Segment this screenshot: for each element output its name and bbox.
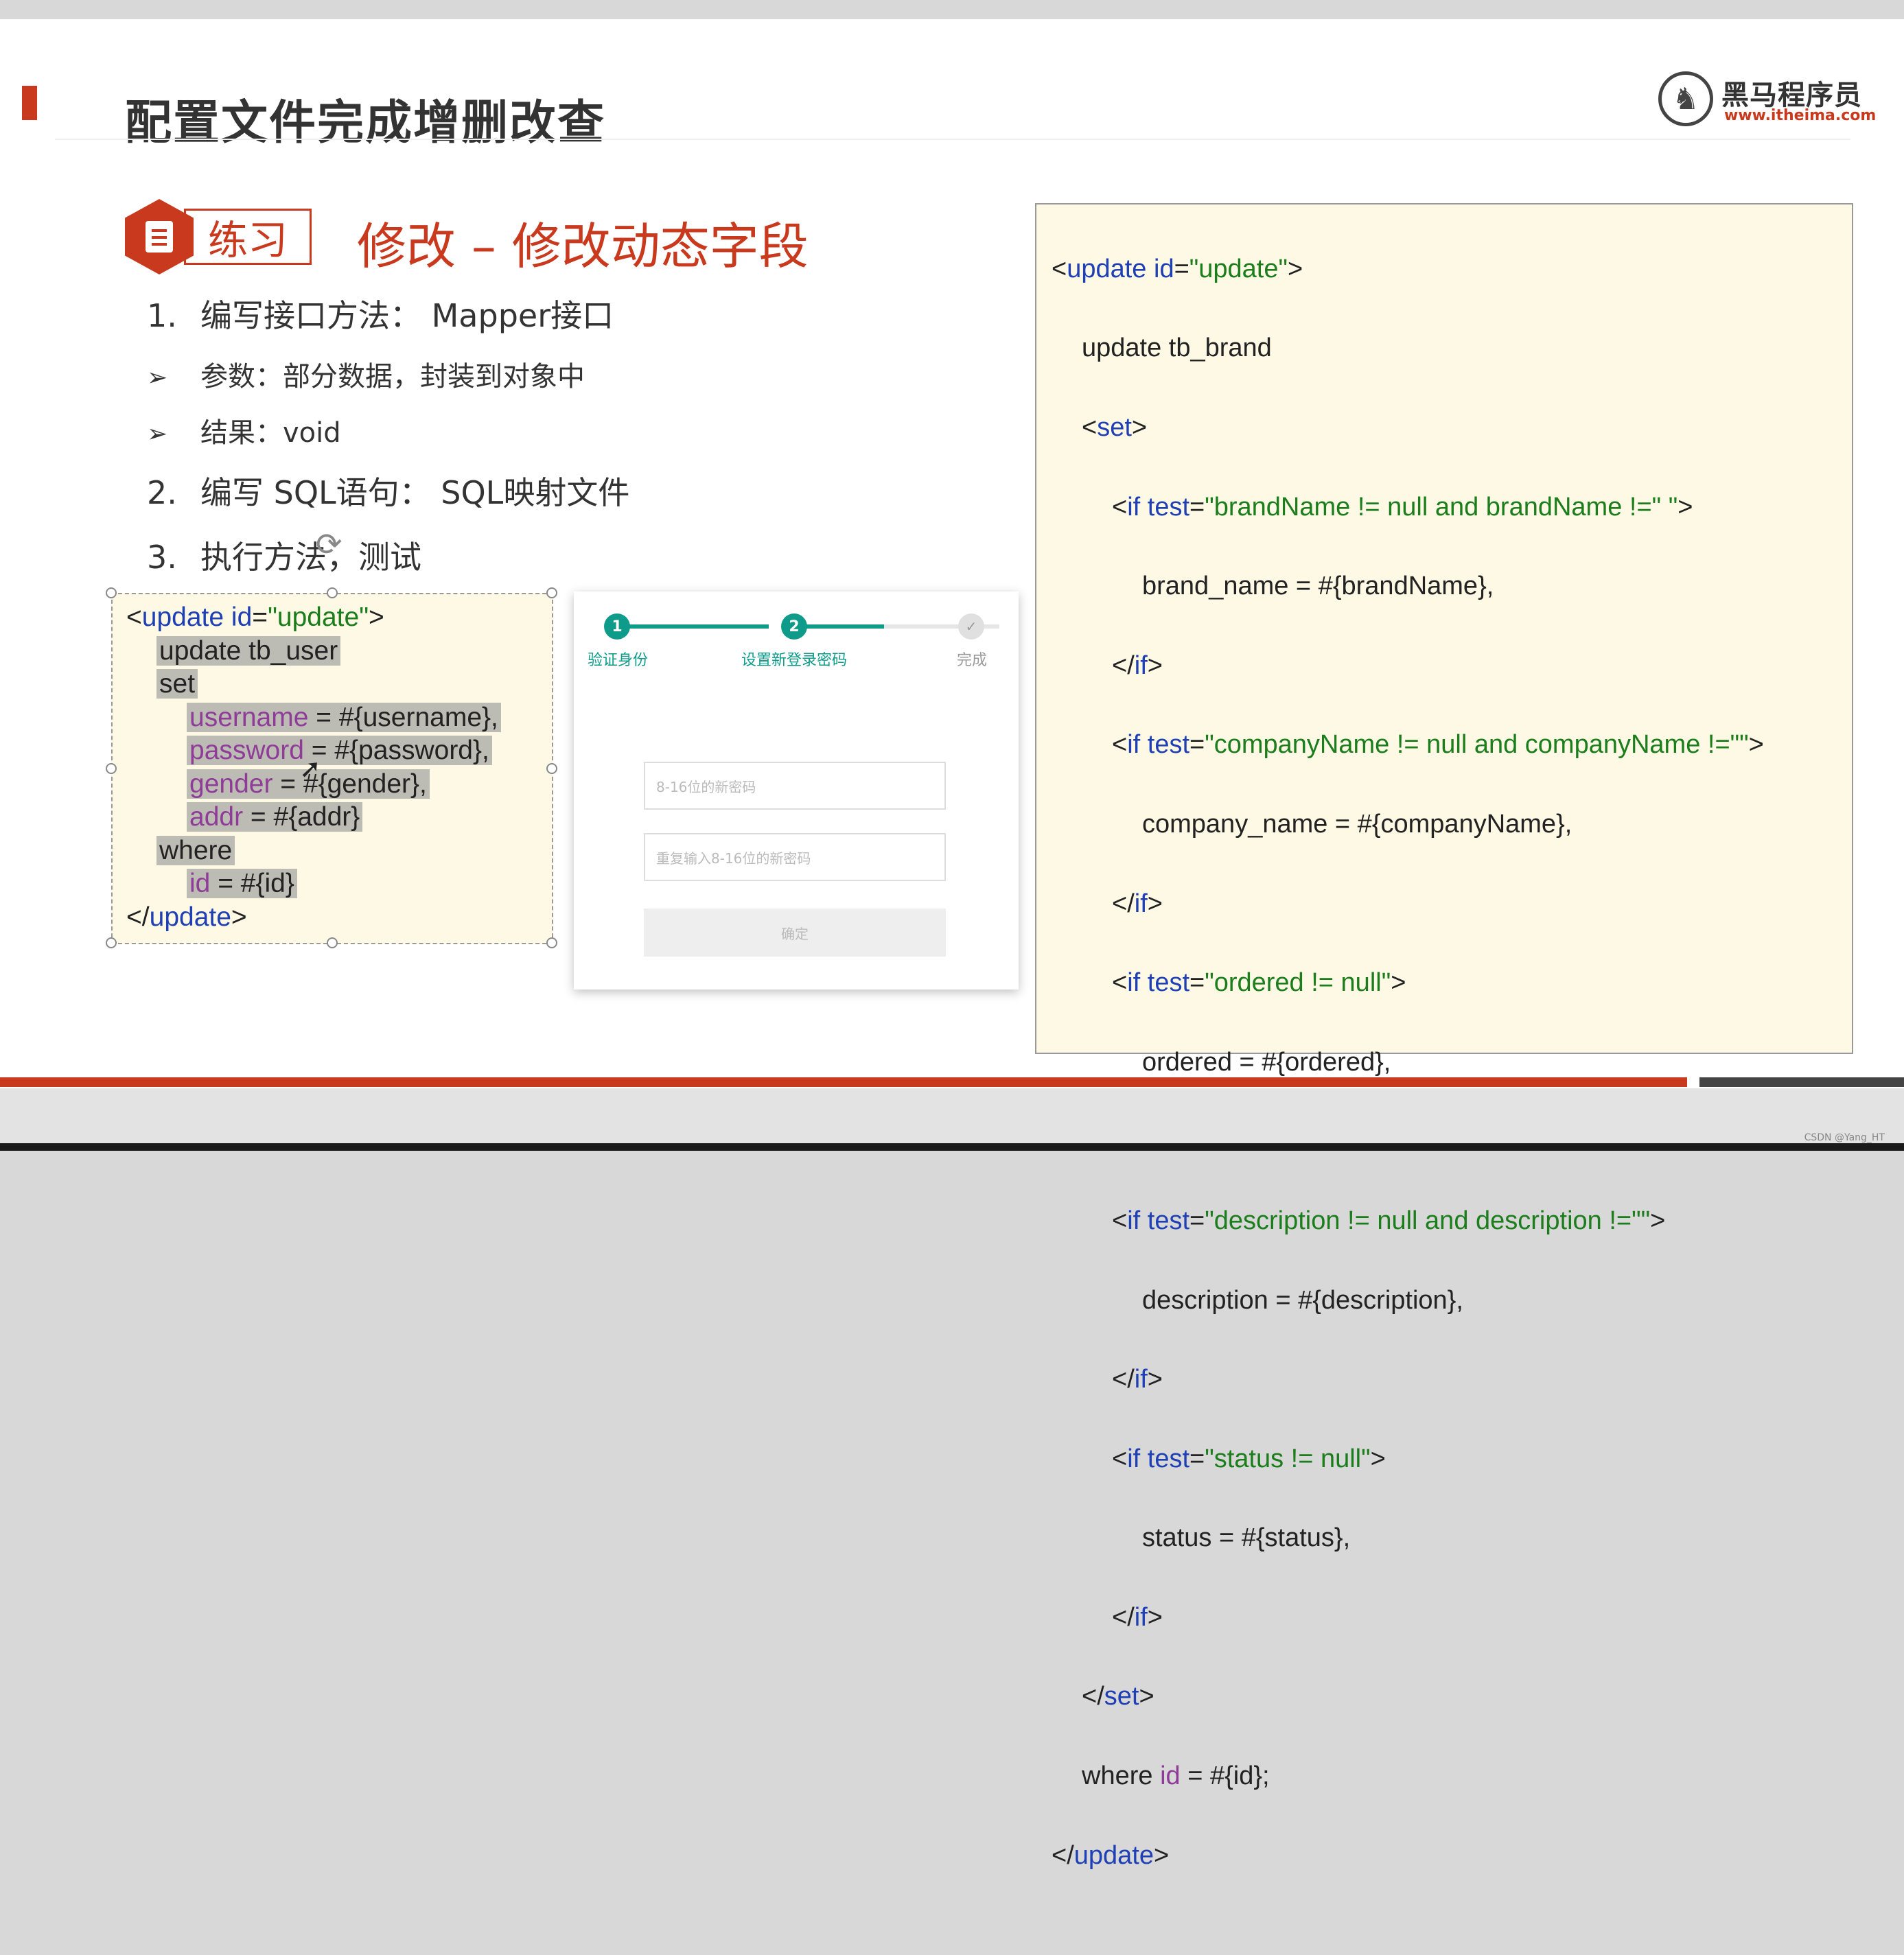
resize-handle[interactable] [546, 763, 557, 774]
new-password-input[interactable]: 8-16位的新密码 [644, 762, 946, 810]
step-label-verify: 验证身份 [588, 652, 649, 669]
resize-handle[interactable] [546, 587, 557, 598]
resize-handle[interactable] [327, 937, 338, 948]
progress-line [795, 624, 884, 629]
footer-accent-bar [0, 1077, 1687, 1087]
resize-handle[interactable] [106, 763, 117, 774]
code-block-update-brand: <update id="update"> update tb_brand <se… [1035, 203, 1853, 1870]
list-item: ➢ 结果：void [147, 417, 341, 449]
slide-title: 配置文件完成增删改查 [125, 96, 606, 150]
step-dot-2: 2 [781, 613, 807, 640]
footer-strip [0, 1088, 1904, 1143]
list-item: ➢ 参数：部分数据，封装到对象中 [147, 361, 585, 393]
repeat-password-input[interactable]: 重复输入8-16位的新密码 [644, 833, 946, 881]
exercise-badge-label: 练习 [184, 209, 312, 265]
footer-dark-bar [1699, 1077, 1904, 1087]
resize-handle[interactable] [327, 587, 338, 598]
list-item: 2. 编写 SQL语句： SQL映射文件 [147, 474, 630, 511]
title-divider [55, 139, 1850, 140]
resize-handle[interactable] [546, 937, 557, 948]
rotate-handle-icon[interactable]: ⟳ [316, 526, 343, 563]
brand-logo: ♞ 黑马程序员 www.itheima.com [1658, 66, 1876, 134]
check-icon: ✓ [958, 613, 984, 640]
step-label-done: 完成 [957, 652, 988, 669]
watermark-text: CSDN @Yang_HT [1804, 1132, 1885, 1143]
step-label-new-password: 设置新登录密码 [741, 652, 848, 669]
step-dot-1: 1 [604, 613, 630, 640]
reset-password-form: 1 验证身份 2 设置新登录密码 ✓ 完成 8-16位的新密码 重复输入8-16… [574, 592, 1019, 990]
resize-handle[interactable] [106, 587, 117, 598]
mouse-cursor-icon: ➚ [299, 753, 321, 784]
exercise-document-icon [125, 199, 194, 274]
resize-handle[interactable] [106, 937, 117, 948]
progress-line [618, 624, 769, 629]
exercise-subtitle: 修改 – 修改动态字段 [357, 218, 809, 275]
code-block-update-user[interactable]: <update id="update"> update tb_user set … [106, 587, 557, 948]
horse-logo-icon: ♞ [1658, 71, 1713, 126]
window-bottom-edge [0, 1143, 1904, 1151]
list-item: 1. 编写接口方法： Mapper接口 [147, 297, 614, 334]
title-accent-bar [22, 86, 37, 120]
confirm-button[interactable]: 确定 [644, 909, 946, 957]
list-item: 3. 执行方法，测试 [147, 539, 421, 576]
logo-url: www.itheima.com [1724, 107, 1877, 124]
